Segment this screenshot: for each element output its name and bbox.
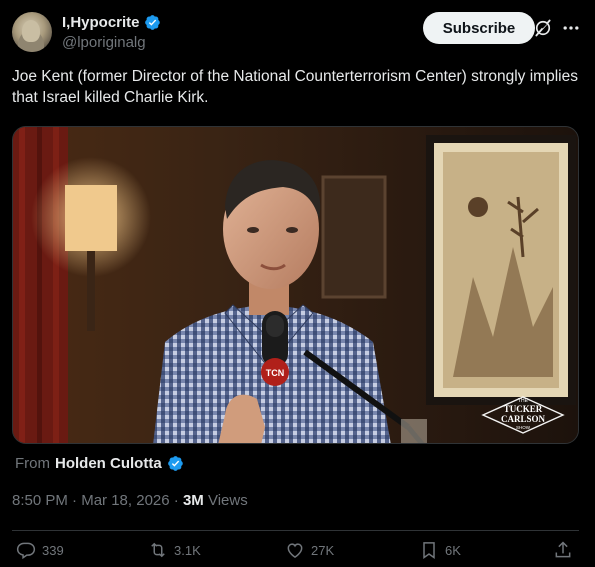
views-count[interactable]: 3M [183,492,204,509]
like-button[interactable]: 27K [285,540,334,560]
meta-separator: · [173,492,179,509]
author-display-name[interactable]: I,Hypocrite [62,14,140,31]
avatar[interactable] [12,12,52,52]
watermark-line-2: TUCKER [504,404,543,414]
tweet-date[interactable]: Mar 18, 2026 [81,492,169,509]
divider [12,530,579,531]
subscribe-button[interactable]: Subscribe [423,12,535,44]
verified-badge-icon [167,456,183,471]
repost-count: 3.1K [174,542,201,558]
tweet-time[interactable]: 8:50 PM [12,492,68,509]
mic-logo: TCN [266,368,285,378]
grok-icon[interactable] [533,18,553,38]
like-icon [287,543,303,558]
repost-button[interactable]: 3.1K [148,540,201,560]
tweet-meta: 8:50 PM · Mar 18, 2026 · 3M Views [12,492,248,509]
reply-count: 339 [42,542,64,558]
reply-icon [16,542,36,560]
reply-button[interactable]: 339 [16,540,64,560]
share-button[interactable] [553,540,573,560]
repost-icon [151,542,165,558]
bookmark-button[interactable]: 6K [419,540,461,560]
share-icon [555,541,571,558]
like-count: 27K [311,542,335,558]
more-icon[interactable] [561,18,581,38]
bookmark-count: 6K [445,542,461,558]
author-block: I,Hypocrite @lporiginalg [62,14,161,51]
verified-badge-icon [144,15,160,30]
source-prefix: From [15,455,50,472]
author-name-row[interactable]: I,Hypocrite [62,14,161,31]
action-bar: 339 3.1K 27K 6K [12,540,579,566]
source-attribution: From Holden Culotta [15,455,184,472]
bookmark-icon [423,542,435,559]
video-frame: TCN THE TUCKER CARLSON SHOW [13,127,578,443]
video-player[interactable]: TCN THE TUCKER CARLSON SHOW [12,126,579,444]
meta-separator: · [72,492,78,509]
tweet-text: Joe Kent (former Director of the Nationa… [12,68,578,106]
author-handle[interactable]: @lporiginalg [62,34,161,51]
views-label: Views [207,492,248,509]
watermark-line-3: CARLSON [501,414,546,424]
watermark-line-4: SHOW [516,425,531,430]
source-name[interactable]: Holden Culotta [55,455,162,472]
tweet-header: I,Hypocrite @lporiginalg Subscribe [12,10,583,54]
